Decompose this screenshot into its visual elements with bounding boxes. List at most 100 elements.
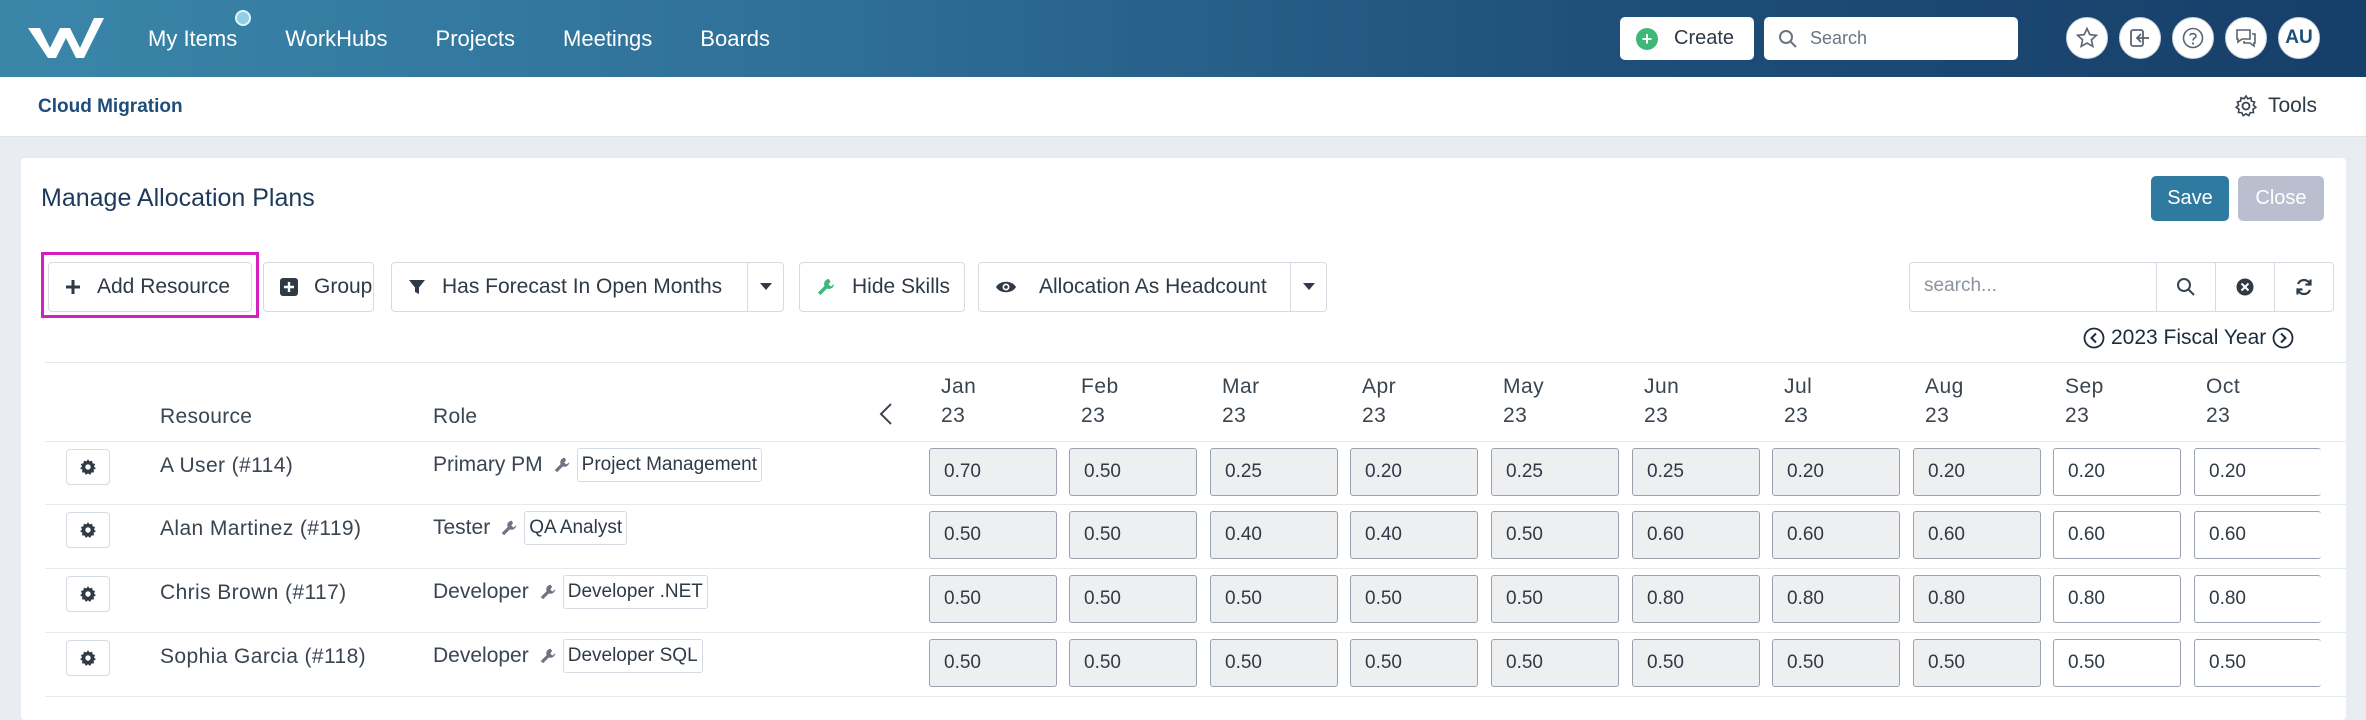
allocation-cell[interactable] — [1491, 639, 1619, 687]
row-settings-button[interactable] — [66, 640, 110, 676]
allocation-cell[interactable] — [1632, 575, 1760, 623]
allocation-cell[interactable] — [1350, 575, 1478, 623]
skill-tag[interactable]: QA Analyst — [524, 511, 628, 545]
allocation-cell[interactable] — [1772, 575, 1900, 623]
allocation-cell[interactable] — [1772, 639, 1900, 687]
allocation-cell[interactable] — [1913, 639, 2041, 687]
filter-button[interactable]: Has Forecast In Open Months — [391, 262, 748, 312]
role-cell: Primary PM Project Management — [433, 448, 762, 482]
row-settings-button[interactable] — [66, 576, 110, 612]
year-label: 23 — [1081, 404, 1106, 427]
allocation-cell[interactable] — [1913, 511, 2041, 559]
month-label: Apr — [1362, 375, 1397, 398]
nav-projects[interactable]: Projects — [436, 26, 515, 52]
resource-name[interactable]: Sophia Garcia (#118) — [160, 645, 366, 669]
add-resource-button[interactable]: Add Resource — [48, 262, 252, 312]
allocation-cell[interactable] — [929, 511, 1057, 559]
row-settings-button[interactable] — [66, 449, 110, 485]
next-year-button[interactable] — [2272, 327, 2294, 349]
allocation-cell[interactable] — [929, 575, 1057, 623]
plus-square-icon — [280, 278, 298, 296]
column-header-role[interactable]: Role — [433, 405, 477, 429]
user-avatar[interactable]: AU — [2278, 17, 2320, 59]
year-label: 23 — [1784, 404, 1809, 427]
app-logo[interactable] — [26, 14, 106, 62]
top-navbar: My Items WorkHubs Projects Meetings Boar… — [0, 0, 2366, 77]
refresh-button[interactable] — [2274, 262, 2334, 312]
clear-search-button[interactable] — [2215, 262, 2275, 312]
row-settings-button[interactable] — [66, 512, 110, 548]
close-button[interactable]: Close — [2238, 176, 2324, 221]
save-button[interactable]: Save — [2151, 176, 2229, 221]
nav-boards[interactable]: Boards — [700, 26, 770, 52]
allocation-cell[interactable] — [1491, 511, 1619, 559]
collapse-columns-button[interactable] — [879, 402, 893, 431]
allocation-cell[interactable] — [2194, 448, 2321, 496]
project-breadcrumb[interactable]: Cloud Migration — [38, 96, 183, 118]
switch-button[interactable] — [2119, 17, 2161, 59]
role-label: Primary PM — [433, 453, 543, 476]
view-mode-button[interactable]: Allocation As Headcount — [978, 262, 1291, 312]
allocation-cell[interactable] — [1210, 575, 1338, 623]
allocation-cell[interactable] — [1069, 575, 1197, 623]
global-search — [1764, 17, 2018, 60]
allocation-cell[interactable] — [1350, 639, 1478, 687]
allocation-cell[interactable] — [1772, 448, 1900, 496]
favorites-button[interactable] — [2066, 17, 2108, 59]
table-top-border — [45, 362, 2346, 363]
nav-workhubs[interactable]: WorkHubs — [285, 26, 387, 52]
chat-button[interactable] — [2225, 17, 2267, 59]
column-header-resource[interactable]: Resource — [160, 405, 252, 429]
grid-search — [1909, 262, 2157, 312]
allocation-cell[interactable] — [2053, 575, 2181, 623]
grid-search-input[interactable] — [1924, 263, 2144, 309]
allocation-cell[interactable] — [2053, 511, 2181, 559]
nav-my-items[interactable]: My Items — [148, 9, 252, 52]
nav-meetings[interactable]: Meetings — [563, 26, 652, 52]
month-header: Mar 23 — [1222, 372, 1260, 430]
chevron-left-circle-icon — [2083, 327, 2105, 349]
allocation-cell[interactable] — [1632, 448, 1760, 496]
allocation-cell[interactable] — [1491, 575, 1619, 623]
month-header: Apr 23 — [1362, 372, 1396, 430]
allocation-cell[interactable] — [1913, 575, 2041, 623]
global-search-input[interactable] — [1810, 28, 2000, 49]
allocation-cell[interactable] — [1632, 511, 1760, 559]
resource-name[interactable]: Alan Martinez (#119) — [160, 517, 361, 541]
allocation-cell[interactable] — [1069, 448, 1197, 496]
hide-skills-button[interactable]: Hide Skills — [799, 262, 965, 312]
create-button[interactable]: + Create — [1620, 17, 1754, 60]
allocation-cell[interactable] — [2053, 448, 2181, 496]
allocation-cell[interactable] — [1069, 639, 1197, 687]
allocation-cell[interactable] — [2053, 639, 2181, 687]
allocation-cell[interactable] — [2194, 575, 2321, 623]
allocation-cell[interactable] — [1491, 448, 1619, 496]
allocation-cell[interactable] — [1772, 511, 1900, 559]
allocation-cell[interactable] — [1350, 511, 1478, 559]
previous-year-button[interactable] — [2083, 327, 2105, 349]
filter-dropdown-toggle[interactable] — [748, 262, 784, 312]
skill-tag[interactable]: Developer .NET — [562, 575, 708, 609]
skill-tag[interactable]: Project Management — [576, 448, 762, 482]
allocation-cell[interactable] — [929, 448, 1057, 496]
resource-name[interactable]: Chris Brown (#117) — [160, 581, 347, 605]
nav-my-items-label: My Items — [148, 25, 238, 51]
month-header: Jan 23 — [941, 372, 976, 430]
skill-tag[interactable]: Developer SQL — [562, 639, 703, 673]
grid-search-button[interactable] — [2156, 262, 2216, 312]
view-mode-dropdown-toggle[interactable] — [1291, 262, 1327, 312]
allocation-cell[interactable] — [1913, 448, 2041, 496]
group-button[interactable]: Group — [263, 262, 374, 312]
tools-button[interactable]: Tools — [2234, 94, 2317, 118]
allocation-cell[interactable] — [1632, 639, 1760, 687]
allocation-cell[interactable] — [1350, 448, 1478, 496]
allocation-cell[interactable] — [1210, 448, 1338, 496]
allocation-cell[interactable] — [1069, 511, 1197, 559]
allocation-cell[interactable] — [2194, 511, 2321, 559]
allocation-cell[interactable] — [1210, 639, 1338, 687]
help-button[interactable] — [2172, 17, 2214, 59]
allocation-cell[interactable] — [1210, 511, 1338, 559]
allocation-cell[interactable] — [929, 639, 1057, 687]
allocation-cell[interactable] — [2194, 639, 2321, 687]
resource-name[interactable]: A User (#114) — [160, 454, 293, 478]
